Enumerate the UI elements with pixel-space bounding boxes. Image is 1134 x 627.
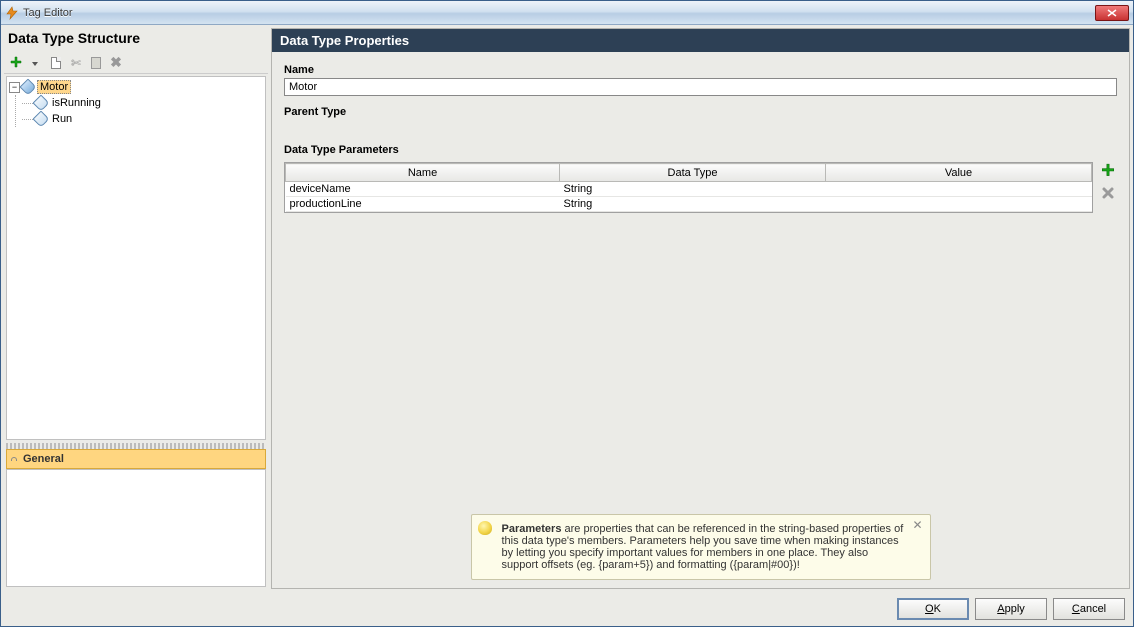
lightbulb-icon [478, 521, 492, 535]
body: Data Type Structure ✄ ✖ − Motor [1, 25, 1133, 592]
udt-icon [20, 79, 37, 96]
cell-value[interactable] [826, 197, 1092, 212]
structure-title: Data Type Structure [4, 28, 268, 52]
properties-header: Data Type Properties [272, 29, 1129, 52]
cancel-button[interactable]: Cancel [1053, 598, 1125, 620]
cell-name[interactable]: deviceName [286, 182, 560, 197]
structure-pane: Data Type Structure ✄ ✖ − Motor [4, 28, 268, 589]
tip-text: Parameters are properties that can be re… [502, 523, 904, 571]
table-row[interactable]: deviceName String [286, 182, 1092, 197]
tree-child-row[interactable]: isRunning [22, 95, 263, 111]
parent-type-label: Parent Type [284, 106, 1117, 118]
properties-pane: Data Type Properties Name Parent Type Da… [271, 28, 1130, 589]
plus-icon [1100, 163, 1116, 179]
chevron-down-icon [32, 62, 38, 66]
properties-body: Name Parent Type Data Type Parameters Na… [272, 52, 1129, 588]
add-parameter-button[interactable] [1099, 162, 1117, 180]
delete-button[interactable]: ✖ [108, 55, 124, 71]
tab-general-label: General [23, 453, 64, 465]
cut-button[interactable]: ✄ [68, 55, 84, 71]
col-value[interactable]: Value [826, 164, 1092, 182]
parameters-label: Data Type Parameters [284, 144, 1117, 156]
name-input[interactable] [284, 78, 1117, 96]
tree-expander[interactable]: − [9, 82, 20, 93]
clipboard-icon [91, 57, 101, 69]
name-label: Name [284, 64, 1117, 76]
delete-icon: ✖ [110, 54, 122, 71]
add-button[interactable] [8, 55, 24, 71]
structure-toolbar: ✄ ✖ [4, 52, 268, 74]
delete-icon [1101, 186, 1115, 200]
copy-icon [51, 57, 61, 69]
tree-child-label[interactable]: isRunning [50, 97, 103, 109]
paste-button[interactable] [88, 55, 104, 71]
col-type[interactable]: Data Type [560, 164, 826, 182]
tree-root-row[interactable]: − Motor [9, 79, 263, 95]
titlebar[interactable]: Tag Editor [1, 1, 1133, 25]
tree-root-label[interactable]: Motor [37, 80, 71, 94]
copy-button[interactable] [48, 55, 64, 71]
tag-icon [33, 111, 50, 128]
parameters-table-wrap: Name Data Type Value deviceName String [284, 162, 1093, 213]
cell-value[interactable] [826, 182, 1092, 197]
col-name[interactable]: Name [286, 164, 560, 182]
table-row[interactable]: productionLine String [286, 197, 1092, 212]
clipboard-icon [11, 457, 17, 461]
cell-type[interactable]: String [560, 197, 826, 212]
tag-icon [33, 95, 50, 112]
app-icon [5, 6, 19, 20]
remove-parameter-button[interactable] [1099, 184, 1117, 202]
parameters-table[interactable]: Name Data Type Value deviceName String [285, 163, 1092, 212]
window-title: Tag Editor [23, 7, 73, 19]
add-dropdown[interactable] [28, 55, 44, 71]
plus-icon [9, 56, 23, 70]
dialog-footer: OK Apply Cancel [1, 592, 1133, 626]
close-icon [1107, 9, 1117, 17]
tree-child-label[interactable]: Run [50, 113, 74, 125]
close-button[interactable] [1095, 5, 1129, 21]
cell-name[interactable]: productionLine [286, 197, 560, 212]
parameters-tip: ✕ Parameters are properties that can be … [471, 514, 931, 580]
scissors-icon: ✄ [71, 56, 81, 70]
parameter-side-buttons [1099, 162, 1117, 202]
structure-tree[interactable]: − Motor isRunning Run [6, 76, 266, 440]
ok-button[interactable]: OK [897, 598, 969, 620]
tag-editor-window: Tag Editor Data Type Structure ✄ ✖ − [0, 0, 1134, 627]
apply-button[interactable]: Apply [975, 598, 1047, 620]
tree-child-row[interactable]: Run [22, 111, 263, 127]
general-body [6, 469, 266, 587]
tab-general[interactable]: General [6, 449, 266, 469]
cell-type[interactable]: String [560, 182, 826, 197]
tip-close-button[interactable]: ✕ [912, 519, 924, 531]
